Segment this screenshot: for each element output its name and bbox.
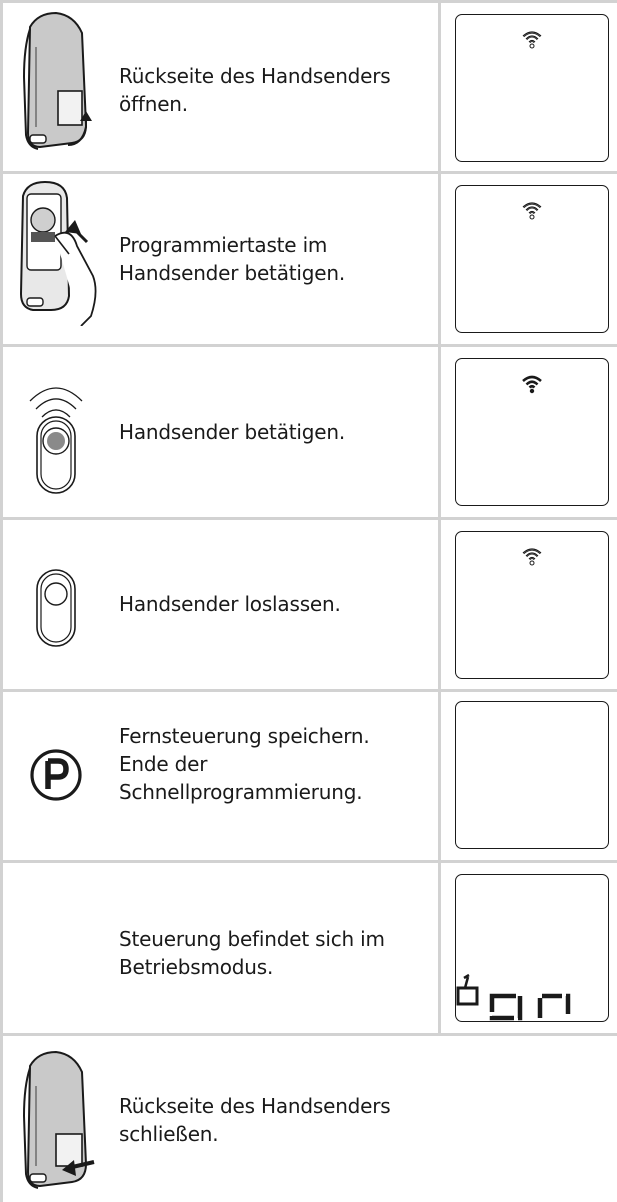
remote-button-release-icon [8, 550, 104, 670]
table-row: Steuerung befindet sich im Betriebsmodus. [0, 863, 617, 1033]
table-row: Rückseite des Handsenders öffnen. [0, 3, 617, 171]
table-row: Rückseite des Handsenders schließen. [0, 1036, 617, 1202]
step-text: Programmiertaste im Handsender betätigen. [119, 233, 345, 285]
on-indicator-icon [456, 973, 571, 1021]
step-text: Rückseite des Handsenders schließen. [119, 1094, 391, 1146]
remote-open-back-icon [8, 7, 104, 157]
remote-button-press-icon [8, 377, 104, 497]
step-text: Steuerung befindet sich im Betriebsmodus. [119, 927, 385, 979]
display-panel [455, 358, 609, 506]
step-text: Rückseite des Handsenders öffnen. [119, 64, 391, 116]
signal-filled-icon [522, 375, 542, 394]
remote-close-back-icon [8, 1046, 104, 1196]
signal-outline-icon [522, 548, 542, 566]
instruction-table: Rückseite des Handsenders öffnen. Progra… [0, 0, 617, 1202]
program-p-icon [8, 720, 104, 830]
table-row: Handsender betätigen. [0, 347, 617, 517]
table-row: Handsender loslassen. [0, 520, 617, 689]
table-row: Programmiertaste im Handsender betätigen. [0, 174, 617, 344]
display-panel [455, 14, 609, 162]
step-text: Handsender loslassen. [119, 592, 341, 616]
step-text: Handsender betätigen. [119, 420, 345, 444]
signal-outline-icon [522, 31, 542, 49]
display-panel [455, 874, 609, 1022]
display-panel [455, 531, 609, 679]
remote-program-button-icon [8, 176, 104, 326]
display-panel [455, 185, 609, 333]
signal-outline-icon [522, 202, 542, 220]
display-panel [455, 701, 609, 849]
table-row: Fernsteuerung speichern. Ende der Schnellp… [0, 692, 617, 860]
step-text: Fernsteuerung speichern. Ende der Schnellp… [119, 724, 370, 804]
